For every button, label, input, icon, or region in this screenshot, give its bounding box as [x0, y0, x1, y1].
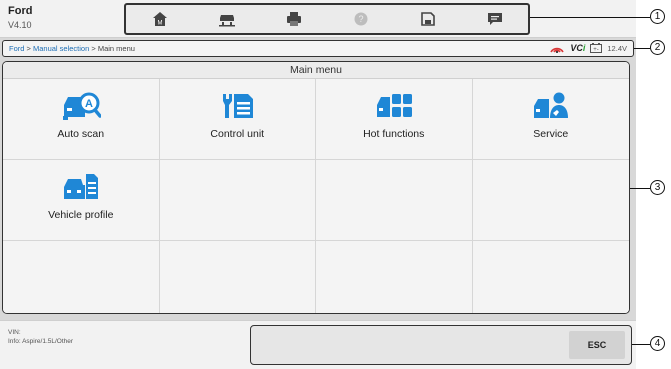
breadcrumb-current: Main menu	[97, 44, 135, 53]
callout-leader	[634, 48, 650, 50]
tile-service[interactable]: Service	[472, 79, 629, 160]
message-button[interactable]	[483, 8, 507, 30]
tile-label: Control unit	[210, 128, 265, 140]
svg-text:A: A	[85, 98, 93, 110]
svg-text:M: M	[157, 21, 162, 27]
tile-label: Service	[533, 128, 569, 140]
main-menu-panel: Main menu A Auto scan Control unit Hot f…	[2, 61, 630, 314]
app-version: V4.10	[8, 20, 32, 30]
hot-functions-icon	[376, 94, 412, 117]
breadcrumb-ford[interactable]: Ford	[9, 44, 24, 53]
service-icon	[533, 92, 568, 118]
tile-label: Vehicle profile	[48, 209, 114, 221]
callout-leader	[630, 188, 650, 190]
grid-cell-empty	[159, 160, 316, 241]
print-button[interactable]	[282, 8, 306, 30]
app-frame: Ford V4.10 M ? Ford > Manual selection >…	[0, 0, 636, 369]
callout-2: 2	[650, 40, 665, 55]
auto-scan-icon: A	[62, 92, 101, 120]
vehicle-info: Info: Aspire/1.5L/Other	[8, 338, 74, 345]
voltage-readout: 12.4V	[607, 43, 627, 53]
grid-cell-empty	[472, 160, 629, 241]
grid-cell-empty	[3, 241, 160, 313]
breadcrumb-manual-selection[interactable]: Manual selection	[33, 44, 89, 53]
breadcrumb-separator: >	[24, 44, 33, 53]
breadcrumb-separator: >	[89, 44, 98, 53]
home-button[interactable]: M	[148, 8, 172, 30]
tile-auto-scan[interactable]: A Auto scan	[3, 79, 160, 160]
function-button-area: ESC	[250, 325, 632, 365]
grid-cell-empty	[472, 241, 629, 313]
callout-3: 3	[650, 180, 665, 195]
vci-suffix: i	[582, 43, 586, 53]
app-name: Ford	[8, 5, 33, 17]
grid-cell-empty	[316, 241, 473, 313]
tile-vehicle-profile[interactable]: Vehicle profile	[3, 160, 160, 241]
grid-cell-empty	[159, 241, 316, 313]
footer-bar: VIN: Info: Aspire/1.5L/Other ESC	[0, 320, 636, 369]
top-bar: Ford V4.10 M ?	[0, 0, 636, 38]
grid-cell-empty	[316, 160, 473, 241]
help-button[interactable]: ?	[349, 8, 373, 30]
tile-hot-functions[interactable]: Hot functions	[316, 79, 473, 160]
vin-label: VIN:	[8, 329, 21, 336]
tile-label: Hot functions	[363, 128, 425, 140]
svg-text:?: ?	[358, 14, 363, 24]
page-title: Main menu	[3, 62, 629, 79]
control-unit-icon	[223, 94, 254, 118]
vehicle-lift-icon	[218, 15, 235, 27]
breadcrumb: Ford > Manual selection > Main menu	[9, 44, 135, 53]
vci-text: VC	[570, 43, 583, 53]
tile-label: Auto scan	[57, 128, 105, 140]
save-button[interactable]	[416, 8, 440, 30]
vci-indicator: VCi	[570, 43, 585, 53]
toolbar: M ?	[124, 3, 530, 35]
function-grid: A Auto scan Control unit Hot functions S…	[3, 79, 629, 313]
save-icon	[420, 12, 435, 26]
callout-1: 1	[650, 9, 665, 24]
signal-icon	[550, 47, 565, 53]
printer-icon	[286, 12, 301, 26]
vehicle-profile-icon	[63, 174, 98, 199]
battery-icon: +-	[590, 43, 603, 53]
callout-4: 4	[650, 336, 665, 351]
help-icon: ?	[354, 12, 367, 26]
home-icon: M	[152, 12, 167, 27]
esc-button[interactable]: ESC	[569, 331, 625, 359]
tile-control-unit[interactable]: Control unit	[159, 79, 316, 160]
callout-leader	[530, 17, 650, 19]
status-area: VCi +- 12.4V	[549, 43, 627, 53]
callout-leader	[632, 344, 650, 346]
message-icon	[487, 13, 502, 25]
vehicle-lift-button[interactable]	[215, 8, 239, 30]
svg-text:+-: +-	[594, 47, 600, 53]
breadcrumb-bar: Ford > Manual selection > Main menu VCi …	[2, 40, 634, 57]
